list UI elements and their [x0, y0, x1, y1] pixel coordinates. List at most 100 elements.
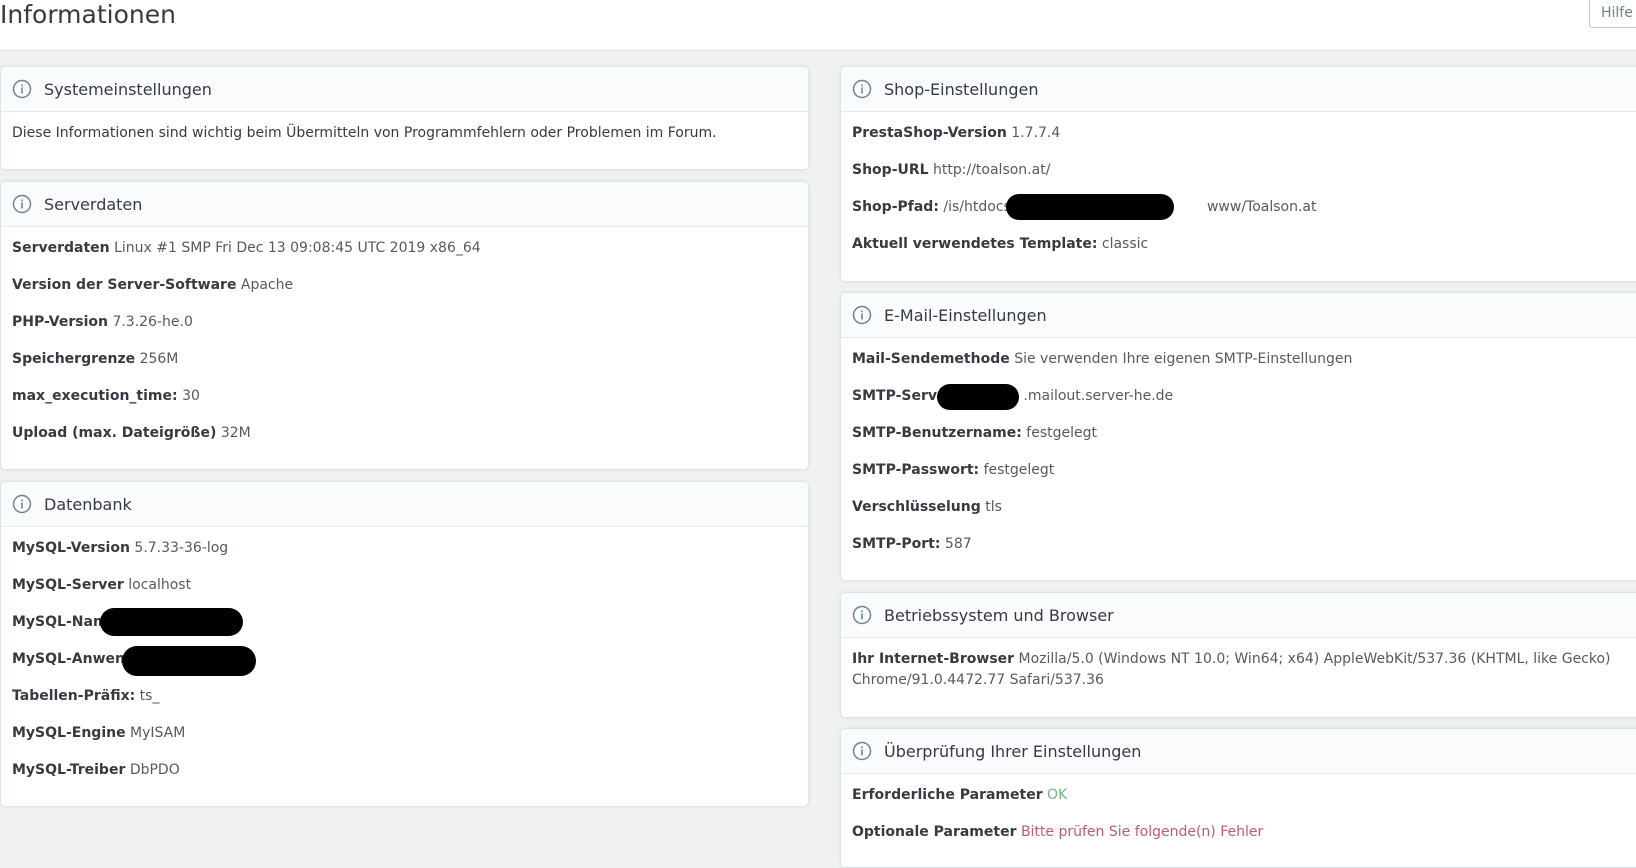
panel-title: Shop-Einstellungen [884, 79, 1039, 99]
row-label: Shop-URL [852, 162, 929, 178]
row-label: Speichergrenze [12, 351, 136, 367]
info-circle-icon [852, 305, 872, 325]
row-label: Verschlüsselung [852, 499, 981, 515]
panel-heading: Systemeinstellungen [1, 67, 808, 112]
panel-title: Systemeinstellungen [44, 79, 212, 99]
info-row: Shop-Pfad: /is/htdocs/w www/Toalson.at [852, 197, 1636, 234]
row-value: ts_ [139, 688, 160, 704]
row-value: 32M [220, 425, 251, 441]
row-label: Ihr Internet-Browser [852, 651, 1015, 667]
row-label: Version der Server-Software [12, 277, 237, 293]
row-label: Upload (max. Dateigröße) [12, 425, 217, 441]
info-row: Ihr Internet-Browser Mozilla/5.0 (Window… [852, 649, 1636, 691]
row-value: classic [1101, 236, 1149, 252]
row-value: 1.7.7.4 [1011, 125, 1061, 141]
status-ok: OK [1047, 787, 1068, 803]
panel-title: Serverdaten [44, 194, 143, 214]
panel-heading: Datenbank [1, 482, 808, 527]
info-row: max_execution_time: 30 [12, 386, 797, 423]
info-row: Version der Server-Software Apache [12, 275, 797, 312]
panel-shop-settings: Shop-Einstellungen PrestaShop-Version 1.… [840, 66, 1636, 282]
info-circle-icon [852, 79, 872, 99]
row-label: Mail-Sendemethode [852, 351, 1010, 367]
panel-title: E-Mail-Einstellungen [884, 305, 1047, 325]
row-value: 5.7.33-36-log [134, 540, 229, 556]
panel-server-data: Serverdaten Serverdaten Linux #1 SMP Fri… [0, 181, 809, 470]
redaction-mark [122, 646, 256, 676]
row-value: Linux #1 SMP Fri Dec 13 09:08:45 UTC 201… [114, 240, 481, 256]
panel-heading: Überprüfung Ihrer Einstellungen [841, 729, 1636, 774]
row-label: MySQL-Engine [12, 725, 126, 741]
page-title: Informationen [0, 0, 176, 29]
status-error: Bitte prüfen Sie folgende(n) Fehler [1020, 824, 1264, 840]
info-row: MySQL-Treiber DbPDO [12, 760, 797, 797]
info-row: MySQL-Server localhost [12, 575, 797, 612]
row-value: festgelegt [1026, 425, 1097, 441]
panel-heading: Serverdaten [1, 182, 808, 227]
info-row: Speichergrenze 256M [12, 349, 797, 386]
info-row: Tabellen-Präfix: ts_ [12, 686, 797, 723]
redaction-mark [1006, 194, 1174, 220]
info-circle-icon [12, 494, 32, 514]
info-row: Upload (max. Dateigröße) 32M [12, 423, 797, 460]
panel-heading: Betriebssystem und Browser [841, 593, 1636, 638]
row-label: Erforderliche Parameter [852, 787, 1043, 803]
row-value: 256M [139, 351, 179, 367]
row-label: PrestaShop-Version [852, 125, 1007, 141]
info-row: Shop-URL http://toalson.at/ [852, 160, 1636, 197]
panel-heading: E-Mail-Einstellungen [841, 293, 1636, 338]
panel-body: Mail-Sendemethode Sie verwenden Ihre eig… [841, 338, 1636, 571]
row-label: max_execution_time: [12, 388, 178, 404]
row-value: festgelegt [983, 462, 1055, 478]
info-row: PHP-Version 7.3.26-he.0 [12, 312, 797, 349]
row-label: MySQL-Treiber [12, 762, 126, 778]
info-circle-icon [12, 79, 32, 99]
redaction-mark [100, 608, 243, 636]
info-circle-icon [852, 605, 872, 625]
info-row: Erforderliche Parameter OK [852, 785, 1636, 822]
row-value: .mailout.server-he.de [1023, 388, 1174, 404]
panel-title: Überprüfung Ihrer Einstellungen [884, 741, 1142, 761]
row-label: Aktuell verwendetes Template: [852, 236, 1098, 252]
row-value: 30 [182, 388, 200, 404]
row-value: localhost [128, 577, 192, 593]
info-row: MySQL-Version 5.7.33-36-log [12, 538, 797, 575]
row-label: Optionale Parameter [852, 824, 1017, 840]
info-row: PrestaShop-Version 1.7.7.4 [852, 123, 1636, 160]
panel-os-browser: Betriebssystem und Browser Ihr Internet-… [840, 592, 1636, 718]
info-row: Optionale Parameter Bitte prüfen Sie fol… [852, 822, 1636, 859]
row-label: MySQL-Version [12, 540, 130, 556]
row-value: http://toalson.at/ [933, 162, 1051, 178]
info-row: SMTP-Passwort: festgelegt [852, 460, 1636, 497]
row-label: Serverdaten [12, 240, 110, 256]
panel-system-settings: Systemeinstellungen Diese Informationen … [0, 66, 809, 170]
redaction-mark [937, 384, 1019, 410]
row-label: SMTP-Passwort: [852, 462, 980, 478]
row-value: Apache [240, 277, 294, 293]
info-circle-icon [12, 194, 32, 214]
panel-email-settings: E-Mail-Einstellungen Mail-Sendemethode S… [840, 292, 1636, 581]
panel-database: Datenbank MySQL-Version 5.7.33-36-log My… [0, 481, 809, 807]
info-row: Verschlüsselung tls [852, 497, 1636, 534]
row-label: Shop-Pfad: [852, 199, 939, 215]
row-value-suffix: www/Toalson.at [1206, 199, 1317, 215]
help-button[interactable]: Hilfe [1589, 0, 1636, 28]
info-row: Aktuell verwendetes Template: classic [852, 234, 1636, 271]
info-row: SMTP-Benutzername: festgelegt [852, 423, 1636, 460]
info-row: Mail-Sendemethode Sie verwenden Ihre eig… [852, 349, 1636, 386]
panel-title: Datenbank [44, 494, 132, 514]
row-value: tls [985, 499, 1002, 515]
row-value: MyISAM [130, 725, 186, 741]
page-header: Informationen Hilfe [0, 0, 1636, 51]
panel-check-settings: Überprüfung Ihrer Einstellungen Erforder… [840, 728, 1636, 868]
panel-body: Erforderliche Parameter OK Optionale Par… [841, 774, 1636, 859]
panel-body: Serverdaten Linux #1 SMP Fri Dec 13 09:0… [1, 227, 808, 460]
row-value: Sie verwenden Ihre eigenen SMTP-Einstell… [1014, 351, 1353, 367]
system-description: Diese Informationen sind wichtig beim Üb… [12, 125, 717, 141]
row-label: PHP-Version [12, 314, 108, 330]
info-circle-icon [852, 741, 872, 761]
panel-body: Ihr Internet-Browser Mozilla/5.0 (Window… [841, 638, 1636, 691]
panel-body: Diese Informationen sind wichtig beim Üb… [1, 112, 808, 160]
info-row: SMTP-Port: 587 [852, 534, 1636, 571]
row-label: SMTP-Benutzername: [852, 425, 1022, 441]
